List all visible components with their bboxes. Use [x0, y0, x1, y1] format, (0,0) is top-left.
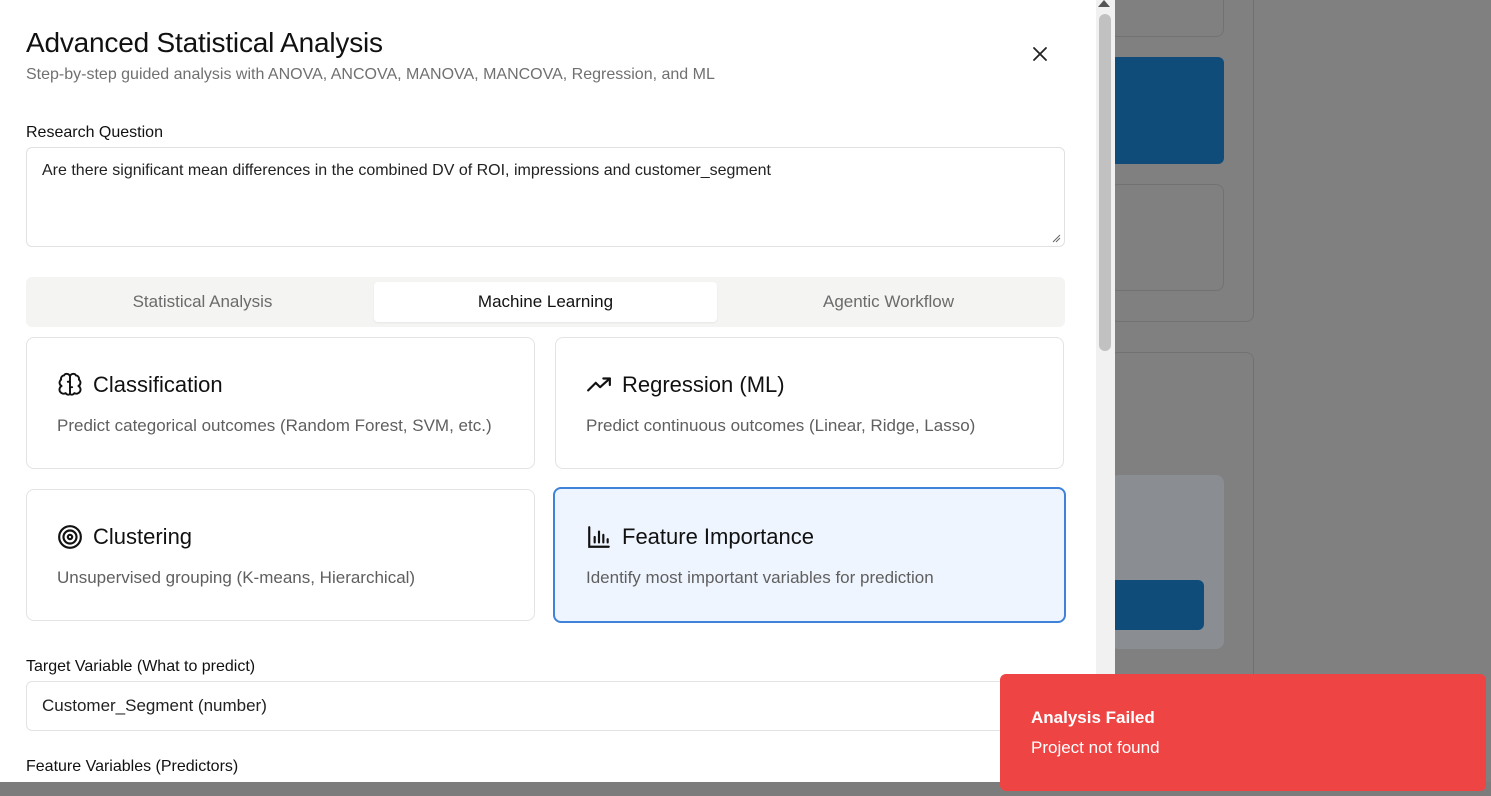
card-title: Feature Importance [622, 524, 814, 549]
close-icon [1033, 47, 1047, 61]
card-header: Regression (ML) [586, 372, 785, 398]
analysis-modal: Advanced Statistical Analysis Step-by-st… [0, 0, 1115, 782]
tab-machine-learning[interactable]: Machine Learning [374, 282, 717, 322]
card-title: Regression (ML) [622, 372, 785, 397]
card-title: Classification [93, 372, 223, 397]
close-button[interactable] [1026, 40, 1054, 68]
card-header: Feature Importance [586, 524, 814, 550]
ml-option-clustering[interactable]: Clustering Unsupervised grouping (K-mean… [26, 489, 535, 621]
error-toast[interactable]: Analysis Failed Project not found [1000, 674, 1486, 791]
toast-message: Project not found [1031, 738, 1160, 757]
card-description: Predict continuous outcomes (Linear, Rid… [586, 416, 976, 435]
ml-option-regression[interactable]: Regression (ML) Predict continuous outco… [555, 337, 1064, 469]
ml-option-feature-importance[interactable]: Feature Importance Identify most importa… [553, 487, 1066, 623]
ml-option-classification[interactable]: Classification Predict categorical outco… [26, 337, 535, 469]
target-variable-value: Customer_Segment (number) [42, 696, 267, 715]
resize-handle-icon[interactable] [1052, 234, 1061, 243]
research-question-value: Are there significant mean differences i… [42, 162, 771, 179]
target-variable-label: Target Variable (What to predict) [26, 658, 256, 675]
modal-subtitle: Step-by-step guided analysis with ANOVA,… [26, 66, 715, 83]
research-question-label: Research Question [26, 124, 163, 141]
research-question-input[interactable]: Are there significant mean differences i… [26, 147, 1065, 247]
modal-title: Advanced Statistical Analysis [26, 27, 383, 58]
target-icon [58, 525, 82, 549]
card-header: Clustering [57, 524, 192, 550]
card-description: Predict categorical outcomes (Random For… [57, 416, 492, 435]
tab-statistical-analysis[interactable]: Statistical Analysis [31, 282, 374, 322]
feature-variables-label: Feature Variables (Predictors) [26, 758, 239, 775]
background-panel [1110, 0, 1254, 322]
bar-chart-icon [588, 526, 610, 548]
card-description: Identify most important variables for pr… [586, 568, 934, 587]
toast-title: Analysis Failed [1031, 708, 1155, 727]
scroll-up-arrow-icon[interactable] [1098, 0, 1110, 7]
background-button-block [1110, 580, 1204, 630]
tab-agentic-workflow[interactable]: Agentic Workflow [717, 282, 1060, 322]
card-header: Classification [57, 372, 223, 398]
trending-up-icon [587, 377, 611, 392]
modal-scrollbar-thumb[interactable] [1099, 14, 1111, 351]
card-title: Clustering [93, 524, 193, 549]
card-description: Unsupervised grouping (K-means, Hierarch… [57, 568, 416, 587]
brain-icon [58, 372, 82, 396]
target-variable-select[interactable]: Customer_Segment (number) [26, 681, 1065, 731]
analysis-mode-tabs: Statistical Analysis Machine Learning Ag… [26, 277, 1065, 327]
